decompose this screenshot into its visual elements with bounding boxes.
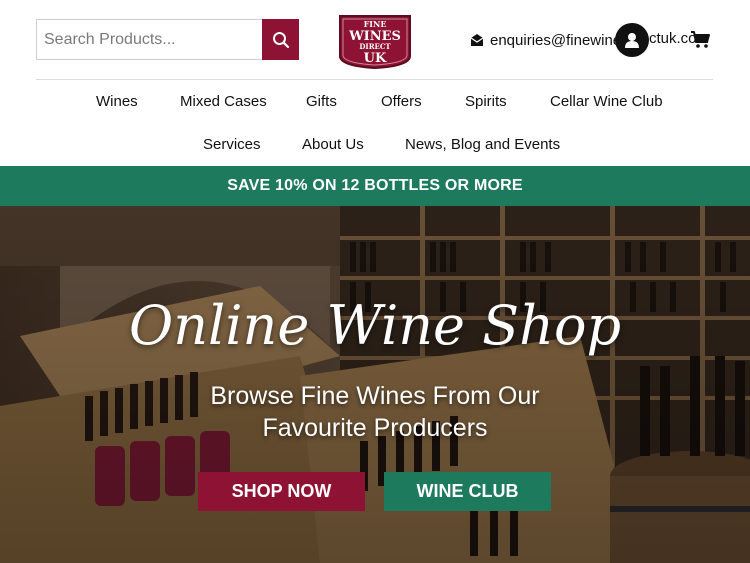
nav-item-offers[interactable]: Offers xyxy=(381,93,422,110)
nav-item-about-us[interactable]: About Us xyxy=(302,136,364,153)
nav-item-mixed-cases[interactable]: Mixed Cases xyxy=(180,93,267,110)
search-button[interactable] xyxy=(262,19,299,60)
svg-text:UK: UK xyxy=(364,51,387,66)
cart-icon[interactable] xyxy=(691,31,711,49)
nav-item-gifts[interactable]: Gifts xyxy=(306,93,337,110)
nav-item-spirits[interactable]: Spirits xyxy=(465,93,507,110)
account-icon[interactable] xyxy=(615,23,649,57)
search-input[interactable] xyxy=(37,20,262,59)
svg-text:DIRECT: DIRECT xyxy=(359,42,391,51)
search-box xyxy=(36,19,262,60)
nav-item-cellar-wine-club[interactable]: Cellar Wine Club xyxy=(550,93,663,110)
hero-title: Online Wine Shop xyxy=(128,294,622,357)
hero-subtitle-line1: Browse Fine Wines From Our xyxy=(210,382,540,410)
envelope-icon xyxy=(470,34,484,46)
svg-text:FINE: FINE xyxy=(364,19,387,29)
shop-now-button[interactable]: SHOP NOW xyxy=(198,472,365,511)
nav-item-services[interactable]: Services xyxy=(203,136,261,153)
user-icon xyxy=(625,33,639,48)
hero-banner: Online Wine Shop Browse Fine Wines From … xyxy=(0,206,750,563)
promo-banner[interactable]: SAVE 10% ON 12 BOTTLES OR MORE xyxy=(0,166,750,206)
nav-item-news-blog-events[interactable]: News, Blog and Events xyxy=(405,136,560,153)
site-logo[interactable]: FINE WINES DIRECT UK xyxy=(334,10,416,70)
promo-text: SAVE 10% ON 12 BOTTLES OR MORE xyxy=(227,177,523,194)
nav-item-wines[interactable]: Wines xyxy=(96,93,138,110)
header-divider xyxy=(36,79,713,80)
search-icon xyxy=(272,31,289,48)
email-link[interactable]: enquiries@finewines xyxy=(470,30,629,50)
email-text: enquiries@finewines xyxy=(490,31,629,49)
wine-club-button[interactable]: WINE CLUB xyxy=(384,472,551,511)
hero-subtitle-line2: Favourite Producers xyxy=(262,414,488,442)
